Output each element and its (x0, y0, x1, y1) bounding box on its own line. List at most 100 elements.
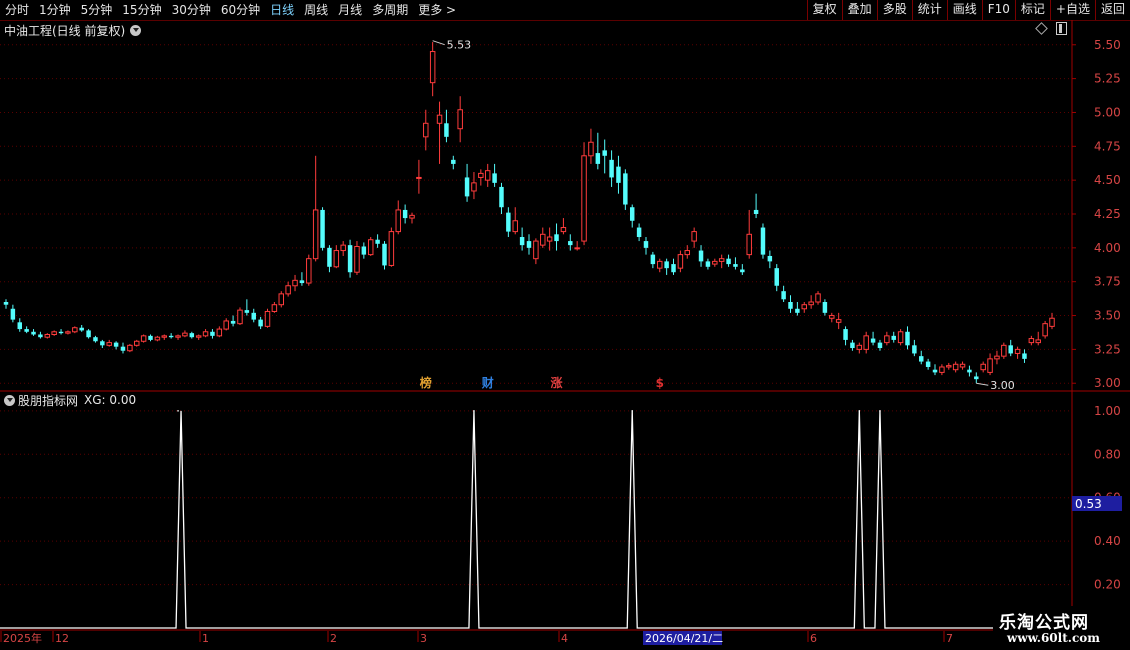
candle-body (650, 254, 656, 265)
ind-tick-label-1: 0.40 (1094, 534, 1121, 548)
candle-body (86, 330, 91, 338)
candle-body (835, 319, 842, 323)
event-marker-1: 财 (481, 375, 494, 390)
candle-body (312, 209, 319, 260)
candle-body (492, 173, 497, 183)
candle-body (925, 361, 931, 367)
candle-body (939, 366, 945, 373)
indicator-peak-3 (858, 410, 861, 412)
x-tick-label-2: 1 (202, 632, 209, 645)
y-tick-label-8: 5.00 (1094, 105, 1121, 119)
candle-body (684, 250, 691, 256)
candle-body (740, 269, 745, 273)
candle-body (795, 308, 800, 313)
candle-body (429, 51, 436, 84)
candle-body (347, 245, 353, 273)
candle-body (333, 250, 340, 268)
candle-body (1035, 339, 1041, 344)
indicator-peak-1 (473, 410, 475, 412)
candle-body (623, 173, 628, 205)
candle-body (774, 268, 779, 286)
candle-body (100, 341, 105, 346)
y-tick-label-1: 3.25 (1094, 342, 1121, 356)
candle-body (959, 363, 966, 368)
candle-body (361, 246, 367, 255)
candle-body (788, 302, 793, 309)
candle-body (822, 302, 828, 313)
candle-body (202, 331, 209, 337)
candle-body (554, 234, 559, 242)
logo-url: www.60lt.com (1007, 631, 1100, 645)
chart-canvas[interactable]: 3.00 3.25 3.50 3.75 4.00 4.25 4.50 4.75 5.00 5.25… (0, 0, 1130, 650)
candle-body (388, 231, 395, 266)
ind-tick-label-0: 0.20 (1094, 578, 1121, 592)
candle-body (375, 239, 380, 244)
logo-text: 乐淘公式网 (999, 613, 1089, 633)
candle-body (189, 333, 195, 338)
candle-body (588, 141, 594, 157)
candle-body (264, 310, 271, 327)
candle-body (395, 209, 401, 233)
candle-body (140, 335, 147, 342)
candle-body (72, 327, 78, 333)
candle-body (781, 291, 786, 300)
candle-body (994, 355, 1000, 360)
indicator-peak-2 (631, 410, 634, 412)
candle-body (856, 344, 863, 350)
candle-body (643, 241, 649, 248)
candle-body (113, 342, 119, 347)
candle-body (932, 369, 938, 373)
candle-body (897, 331, 904, 344)
x-tick-label-3: 2 (330, 632, 337, 645)
watermark-logo: 乐淘公式网 www.60lt.com (993, 606, 1130, 650)
candle-body (299, 280, 305, 284)
candle-body (919, 356, 924, 362)
candle-body (843, 329, 848, 340)
candle-body (952, 363, 959, 371)
x-tick-label-0: 2025年 (3, 631, 42, 645)
candle-body (546, 236, 553, 242)
y-tick-label-7: 4.75 (1094, 139, 1121, 153)
candle-body (519, 237, 525, 246)
candle-body (609, 159, 614, 178)
candle-body (271, 304, 278, 312)
candle-body (340, 244, 346, 252)
candle-body (877, 342, 883, 349)
indicator-peak-4 (879, 410, 881, 412)
candle-body (106, 342, 112, 346)
candle-body (79, 327, 84, 331)
candle-body (292, 279, 298, 287)
candle-body (801, 304, 807, 310)
candle-body (51, 331, 57, 335)
candle-body (382, 243, 387, 266)
candle-body (636, 227, 642, 238)
candle-body (354, 245, 360, 273)
candle-body (223, 320, 229, 330)
high-pointer (432, 40, 445, 46)
candle-body (808, 301, 814, 306)
candle-body (987, 358, 993, 373)
candle-body (629, 207, 635, 221)
candle-body (850, 342, 855, 349)
candle-body (182, 332, 188, 337)
x-tick-label-5: 4 (561, 632, 568, 645)
candle-body (154, 336, 161, 341)
candle-body (10, 308, 16, 320)
candle-body (127, 344, 133, 352)
y-tick-label-9: 5.25 (1094, 72, 1121, 86)
candle-body (691, 231, 697, 242)
candle-body (506, 212, 511, 232)
y-tick-label-6: 4.50 (1094, 173, 1121, 187)
candle-body (1008, 345, 1013, 354)
candle-body (471, 182, 477, 192)
cursor-value-text: 0.53 (1075, 497, 1102, 511)
candle-body (457, 109, 463, 130)
candle-body (526, 241, 532, 248)
ind-tick-label-4: 1.00 (1094, 404, 1121, 418)
candle-body (93, 337, 98, 342)
candle-body (533, 240, 539, 260)
date-highlight-text: 2026/04/21/二 (645, 632, 723, 645)
candle-body (863, 335, 869, 350)
candle-body (409, 214, 415, 219)
candle-body (478, 172, 484, 178)
